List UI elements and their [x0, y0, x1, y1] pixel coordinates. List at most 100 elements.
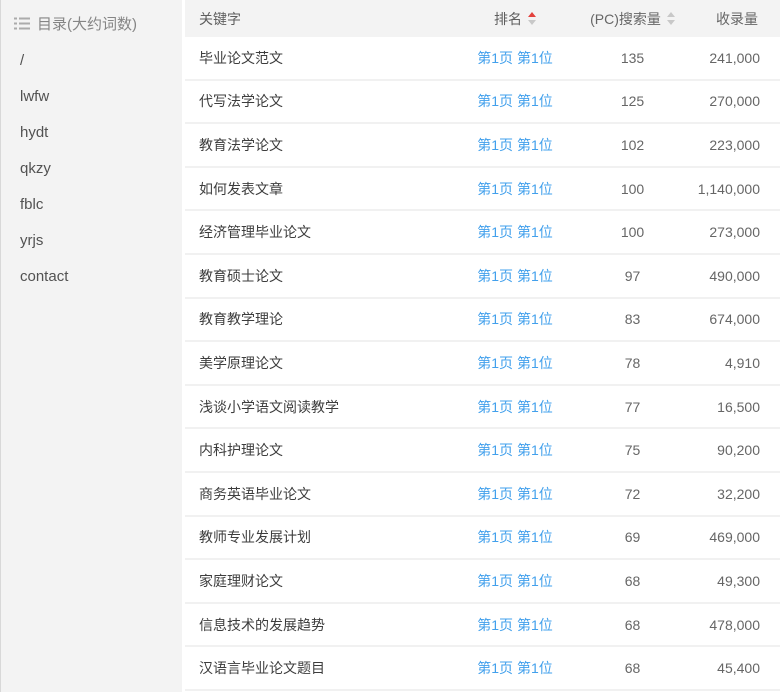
sidebar-item[interactable]: /	[1, 43, 182, 79]
search-volume-cell: 68	[575, 617, 690, 633]
rank-link[interactable]: 第1页 第1位	[477, 222, 552, 242]
table-row: 教师专业发展计划 第1页 第1位 69 469,000	[185, 517, 780, 561]
rank-link[interactable]: 第1页 第1位	[477, 135, 552, 155]
column-header-indexed-volume: 收录量	[690, 9, 780, 29]
rank-link[interactable]: 第1页 第1位	[477, 397, 552, 417]
keyword-cell: 代写法学论文	[185, 91, 455, 111]
sidebar-title: 目录(大约词数)	[1, 0, 182, 33]
rank-link[interactable]: 第1页 第1位	[477, 179, 552, 199]
indexed-volume-cell: 4,910	[690, 355, 780, 371]
sidebar-item[interactable]: contact	[1, 259, 182, 295]
rank-link[interactable]: 第1页 第1位	[477, 48, 552, 68]
indexed-volume-cell: 16,500	[690, 399, 780, 415]
column-header-keyword: 关键字	[185, 9, 455, 29]
sidebar-item[interactable]: qkzy	[1, 151, 182, 187]
search-volume-cell: 78	[575, 355, 690, 371]
search-volume-cell: 135	[575, 50, 690, 66]
indexed-volume-cell: 223,000	[690, 137, 780, 153]
rank-link[interactable]: 第1页 第1位	[477, 309, 552, 329]
keyword-cell: 教师专业发展计划	[185, 527, 455, 547]
keyword-cell: 教育硕士论文	[185, 266, 455, 286]
search-volume-cell: 68	[575, 660, 690, 676]
rank-sort-control[interactable]	[528, 12, 536, 25]
sidebar-item[interactable]: lwfw	[1, 79, 182, 115]
app-root: 目录(大约词数) /lwfwhydtqkzyfblcyrjscontact 关键…	[0, 0, 780, 692]
table-row: 商务英语毕业论文 第1页 第1位 72 32,200	[185, 473, 780, 517]
indexed-volume-cell: 32,200	[690, 486, 780, 502]
indexed-volume-cell: 490,000	[690, 268, 780, 284]
table-row: 内科护理论文 第1页 第1位 75 90,200	[185, 429, 780, 473]
column-header-search-volume[interactable]: (PC)搜索量	[575, 9, 690, 29]
table-row: 教育法学论文 第1页 第1位 102 223,000	[185, 124, 780, 168]
keyword-cell: 信息技术的发展趋势	[185, 615, 455, 635]
sidebar: 目录(大约词数) /lwfwhydtqkzyfblcyrjscontact	[0, 0, 182, 692]
keyword-cell: 内科护理论文	[185, 440, 455, 460]
table-row: 汉语言毕业论文题目 第1页 第1位 68 45,400	[185, 647, 780, 691]
keyword-cell: 教育教学理论	[185, 309, 455, 329]
indexed-volume-cell: 674,000	[690, 311, 780, 327]
search-volume-cell: 83	[575, 311, 690, 327]
table-row: 家庭理财论文 第1页 第1位 68 49,300	[185, 560, 780, 604]
indexed-volume-cell: 49,300	[690, 573, 780, 589]
sort-asc-icon[interactable]	[667, 12, 675, 17]
indexed-volume-cell: 45,400	[690, 660, 780, 676]
table-row: 代写法学论文 第1页 第1位 125 270,000	[185, 81, 780, 125]
indexed-volume-cell: 241,000	[690, 50, 780, 66]
sidebar-item[interactable]: fblc	[1, 187, 182, 223]
search-volume-cell: 100	[575, 181, 690, 197]
rank-link[interactable]: 第1页 第1位	[477, 440, 552, 460]
sidebar-title-text: 目录(大约词数)	[37, 13, 137, 34]
table-row: 教育硕士论文 第1页 第1位 97 490,000	[185, 255, 780, 299]
keyword-cell: 经济管理毕业论文	[185, 222, 455, 242]
table-header-row: 关键字 排名 (PC)搜索量 收录量	[185, 0, 780, 37]
search-volume-cell: 75	[575, 442, 690, 458]
keyword-cell: 教育法学论文	[185, 135, 455, 155]
keyword-cell: 汉语言毕业论文题目	[185, 658, 455, 678]
table-row: 教育教学理论 第1页 第1位 83 674,000	[185, 299, 780, 343]
rank-link[interactable]: 第1页 第1位	[477, 484, 552, 504]
sort-desc-icon[interactable]	[667, 20, 675, 25]
sidebar-directory-list: /lwfwhydtqkzyfblcyrjscontact	[1, 43, 182, 295]
keyword-cell: 如何发表文章	[185, 179, 455, 199]
table-row: 信息技术的发展趋势 第1页 第1位 68 478,000	[185, 604, 780, 648]
search-volume-cell: 125	[575, 93, 690, 109]
keyword-table: 关键字 排名 (PC)搜索量 收录量 毕业论文范文 第1页 第1位 135 24…	[185, 0, 780, 692]
keyword-cell: 毕业论文范文	[185, 48, 455, 68]
rank-link[interactable]: 第1页 第1位	[477, 527, 552, 547]
search-volume-cell: 102	[575, 137, 690, 153]
search-volume-cell: 77	[575, 399, 690, 415]
rank-link[interactable]: 第1页 第1位	[477, 658, 552, 678]
table-row: 毕业论文范文 第1页 第1位 135 241,000	[185, 37, 780, 81]
rank-link[interactable]: 第1页 第1位	[477, 615, 552, 635]
search-volume-sort-control[interactable]	[667, 12, 675, 25]
keyword-cell: 美学原理论文	[185, 353, 455, 373]
search-volume-cell: 100	[575, 224, 690, 240]
list-icon	[14, 16, 30, 31]
indexed-volume-cell: 90,200	[690, 442, 780, 458]
sidebar-item[interactable]: hydt	[1, 115, 182, 151]
sort-asc-icon[interactable]	[528, 12, 536, 17]
sort-desc-icon[interactable]	[528, 20, 536, 25]
rank-link[interactable]: 第1页 第1位	[477, 571, 552, 591]
sidebar-item[interactable]: yrjs	[1, 223, 182, 259]
search-volume-cell: 68	[575, 573, 690, 589]
indexed-volume-cell: 1,140,000	[690, 181, 780, 197]
rank-link[interactable]: 第1页 第1位	[477, 266, 552, 286]
table-row: 浅谈小学语文阅读教学 第1页 第1位 77 16,500	[185, 386, 780, 430]
column-header-search-volume-label: (PC)搜索量	[590, 9, 661, 29]
search-volume-cell: 97	[575, 268, 690, 284]
rank-link[interactable]: 第1页 第1位	[477, 353, 552, 373]
table-row: 美学原理论文 第1页 第1位 78 4,910	[185, 342, 780, 386]
table-row: 经济管理毕业论文 第1页 第1位 100 273,000	[185, 211, 780, 255]
keyword-cell: 浅谈小学语文阅读教学	[185, 397, 455, 417]
keyword-cell: 家庭理财论文	[185, 571, 455, 591]
table-body: 毕业论文范文 第1页 第1位 135 241,000 代写法学论文 第1页 第1…	[185, 37, 780, 691]
indexed-volume-cell: 469,000	[690, 529, 780, 545]
table-row: 如何发表文章 第1页 第1位 100 1,140,000	[185, 168, 780, 212]
indexed-volume-cell: 273,000	[690, 224, 780, 240]
keyword-cell: 商务英语毕业论文	[185, 484, 455, 504]
rank-link[interactable]: 第1页 第1位	[477, 91, 552, 111]
search-volume-cell: 69	[575, 529, 690, 545]
column-header-rank[interactable]: 排名	[455, 9, 575, 29]
column-header-rank-label: 排名	[494, 9, 522, 29]
